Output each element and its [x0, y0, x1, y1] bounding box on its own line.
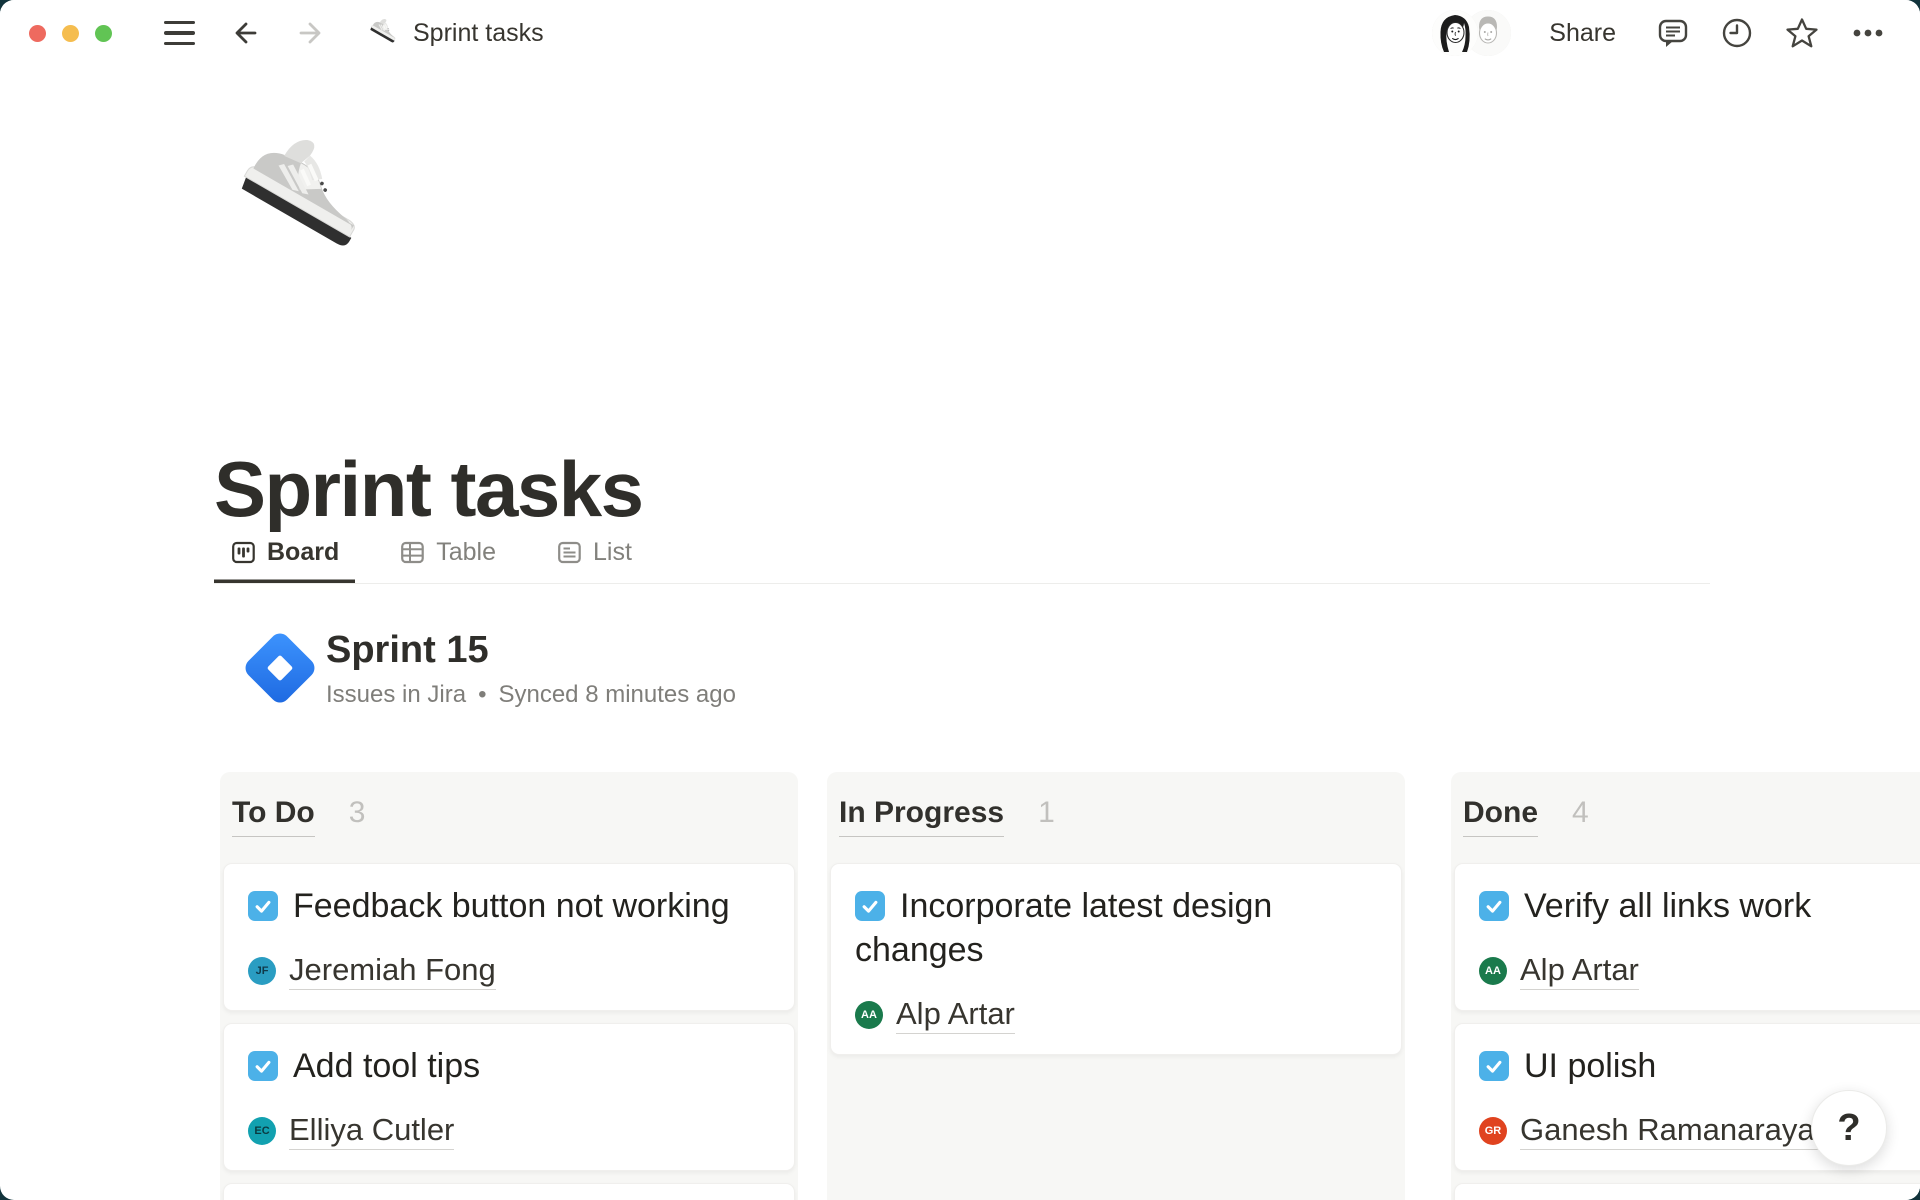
task-title: Add tool tips: [293, 1047, 480, 1085]
help-button[interactable]: ?: [1811, 1090, 1887, 1166]
board-view-icon: [230, 539, 257, 566]
task-checkbox[interactable]: [1479, 891, 1509, 921]
task-title: UI polish: [1524, 1047, 1656, 1085]
column-name[interactable]: In Progress: [839, 796, 1004, 837]
column-header: In Progress 1: [827, 772, 1405, 837]
jira-logo-icon: [234, 622, 326, 714]
tab-board[interactable]: Board: [214, 538, 355, 583]
forward-arrow-icon[interactable]: [295, 17, 327, 49]
assignee-avatar: AA: [855, 1001, 883, 1029]
traffic-lights: [0, 25, 112, 42]
task-card[interactable]: Verify all links work AA Alp Artar: [1454, 863, 1920, 1011]
column-header: To Do 3: [220, 772, 798, 837]
column-count: 3: [349, 796, 366, 830]
assignee-avatar: EC: [248, 1117, 276, 1145]
sidebar-menu-icon[interactable]: [164, 21, 195, 45]
task-checkbox[interactable]: [248, 891, 278, 921]
minimize-window-button[interactable]: [62, 25, 79, 42]
assignee-row: AA Alp Artar: [855, 996, 1377, 1034]
assignee-name[interactable]: Alp Artar: [1520, 952, 1639, 990]
collaborator-avatar-1[interactable]: [1432, 10, 1478, 56]
page-emoji-sneaker-icon[interactable]: [218, 122, 380, 294]
list-view-icon: [556, 539, 583, 566]
task-checkbox[interactable]: [855, 891, 885, 921]
column-header: Done 4: [1451, 772, 1920, 837]
task-title: Feedback button not working: [293, 887, 730, 925]
task-card-partial[interactable]: [1454, 1183, 1920, 1200]
assignee-avatar: GR: [1479, 1117, 1507, 1145]
more-options-icon[interactable]: [1850, 15, 1886, 51]
assignee-avatar: AA: [1479, 957, 1507, 985]
tab-table[interactable]: Table: [383, 538, 512, 583]
subtitle-dot: •: [478, 681, 486, 709]
board-column-todo: To Do 3 Feedback button not working JF J…: [220, 772, 798, 1200]
app-window: Sprint tasks: [0, 0, 1920, 1200]
sneaker-page-icon: [365, 15, 401, 51]
assignee-row: JF Jeremiah Fong: [248, 952, 770, 990]
table-view-icon: [399, 539, 426, 566]
view-tabs: Board Table List: [214, 538, 1710, 584]
assignee-name[interactable]: Alp Artar: [896, 996, 1015, 1034]
updates-clock-icon[interactable]: [1720, 16, 1754, 50]
task-checkbox[interactable]: [248, 1051, 278, 1081]
task-title: Verify all links work: [1524, 887, 1811, 925]
linked-database-title[interactable]: Sprint 15: [326, 627, 736, 673]
task-title: Incorporate latest design changes: [855, 887, 1272, 969]
column-name[interactable]: Done: [1463, 796, 1538, 837]
favorite-star-icon[interactable]: [1784, 15, 1820, 51]
linked-database-subtitle: Issues in Jira • Synced 8 minutes ago: [326, 681, 736, 709]
linked-source: Issues in Jira: [326, 681, 466, 709]
assignee-name[interactable]: Elliya Cutler: [289, 1112, 454, 1150]
linked-database-header: Sprint 15 Issues in Jira • Synced 8 minu…: [234, 622, 736, 714]
tab-list-label: List: [593, 538, 632, 567]
task-card[interactable]: Feedback button not working JF Jeremiah …: [223, 863, 795, 1011]
assignee-avatar: JF: [248, 957, 276, 985]
column-count: 1: [1038, 796, 1055, 830]
assignee-name[interactable]: Jeremiah Fong: [289, 952, 496, 990]
close-window-button[interactable]: [29, 25, 46, 42]
column-name[interactable]: To Do: [232, 796, 315, 837]
assignee-row: AA Alp Artar: [1479, 952, 1920, 990]
tab-board-label: Board: [267, 538, 339, 567]
tab-table-label: Table: [436, 538, 496, 567]
zoom-window-button[interactable]: [95, 25, 112, 42]
column-count: 4: [1572, 796, 1589, 830]
board-column-in-progress: In Progress 1 Incorporate latest design …: [827, 772, 1405, 1200]
comments-icon[interactable]: [1656, 16, 1690, 50]
task-card[interactable]: Add tool tips EC Elliya Cutler: [223, 1023, 795, 1171]
task-card-partial[interactable]: [223, 1183, 795, 1200]
assignee-row: EC Elliya Cutler: [248, 1112, 770, 1150]
share-button[interactable]: Share: [1549, 19, 1616, 48]
back-arrow-icon[interactable]: [229, 17, 261, 49]
breadcrumb-page-title[interactable]: Sprint tasks: [413, 19, 544, 48]
task-card[interactable]: Incorporate latest design changes AA Alp…: [830, 863, 1402, 1055]
tab-list[interactable]: List: [540, 538, 648, 583]
page-title[interactable]: Sprint tasks: [214, 444, 642, 535]
task-checkbox[interactable]: [1479, 1051, 1509, 1081]
window-topbar: Sprint tasks: [0, 0, 1920, 66]
sync-status: Synced 8 minutes ago: [498, 681, 735, 709]
collaborator-avatars[interactable]: [1432, 10, 1511, 56]
